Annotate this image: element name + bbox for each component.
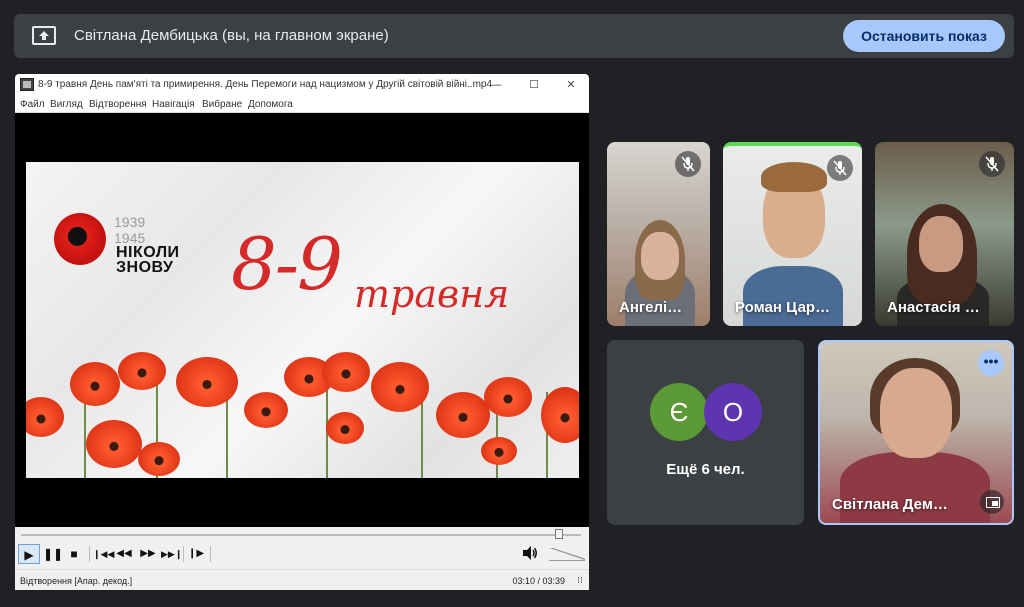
volume-icon[interactable]: [521, 544, 541, 564]
playback-status: Відтворення [Апар. декод.]: [20, 576, 133, 586]
seek-thumb[interactable]: [554, 529, 563, 539]
participant-name: Роман Цар…: [735, 299, 831, 316]
present-screen-icon: [32, 25, 56, 47]
video-date: 8-9: [231, 222, 343, 306]
media-player-window: 8-9 травня День пам'яті та примирення. Д…: [15, 74, 589, 590]
avatar: Є: [650, 383, 708, 441]
avatar: О: [704, 383, 762, 441]
more-options-button[interactable]: •••: [978, 350, 1004, 376]
play-button[interactable]: ▶: [18, 544, 40, 564]
player-titlebar: 8-9 травня День пам'яті та примирення. Д…: [15, 74, 589, 96]
participant-name: Анастасія …: [887, 299, 980, 316]
player-title: 8-9 травня День пам'яті та примирення. Д…: [38, 79, 493, 90]
mic-off-icon: [827, 155, 853, 181]
minimize-button[interactable]: —: [485, 77, 507, 93]
menu-favorites[interactable]: Вибране: [202, 99, 242, 110]
volume-slider[interactable]: [549, 548, 585, 561]
presenting-bar: Світлана Дембицька (вы, на главном экран…: [14, 14, 1014, 58]
stop-button[interactable]: ■: [65, 544, 83, 564]
menu-help[interactable]: Допомога: [248, 99, 293, 110]
video-month: травня: [354, 272, 510, 316]
participant-tile[interactable]: Ангелі…: [607, 142, 710, 326]
self-tile[interactable]: Світлана Дем… •••: [818, 340, 1014, 525]
mic-off-icon: [675, 151, 701, 177]
maximize-button[interactable]: ☐: [523, 77, 545, 93]
menu-view[interactable]: Вигляд: [50, 99, 83, 110]
player-statusbar: Відтворення [Апар. декод.] 03:10 / 03:39…: [15, 569, 589, 590]
frame-step-button[interactable]: ❙▶: [187, 544, 205, 564]
rewind-button[interactable]: ◀◀: [115, 544, 133, 564]
seek-bar[interactable]: [15, 527, 589, 539]
picture-in-picture-icon[interactable]: [980, 490, 1004, 514]
video-frame[interactable]: 1939 1945 НІКОЛИ ЗНОВУ 8-9 травня: [26, 162, 579, 478]
pause-button[interactable]: ❚❚: [43, 544, 63, 564]
player-menubar: Файл Вигляд Відтворення Навігація Вибран…: [15, 96, 589, 113]
next-button[interactable]: ▶▶❙: [161, 544, 182, 564]
years-label: 1939 1945: [114, 214, 146, 246]
participant-tile[interactable]: Роман Цар…: [723, 142, 862, 326]
participant-tile[interactable]: Анастасія …: [875, 142, 1014, 326]
statusbar-menu-icon[interactable]: ⁝⁝: [577, 575, 583, 586]
seek-track: [21, 534, 581, 536]
self-name: Світлана Дем…: [832, 496, 948, 513]
menu-file[interactable]: Файл: [20, 99, 45, 110]
presenting-label: Світлана Дембицька (вы, на главном экран…: [74, 27, 389, 44]
slogan-label: НІКОЛИ ЗНОВУ: [116, 244, 180, 276]
mic-off-icon: [979, 151, 1005, 177]
previous-button[interactable]: ❙◀◀: [93, 544, 114, 564]
player-app-icon: [20, 78, 34, 91]
participant-name: Ангелі…: [619, 299, 683, 316]
close-button[interactable]: ✕: [560, 77, 582, 93]
forward-button[interactable]: ▶▶: [139, 544, 157, 564]
player-controls: ▶ ❚❚ ■ ❙◀◀ ◀◀ ▶▶ ▶▶❙ ❙▶: [15, 539, 589, 569]
poppy-logo-icon: [54, 213, 106, 265]
menu-playback[interactable]: Відтворення: [89, 99, 147, 110]
playback-time: 03:10 / 03:39: [512, 576, 565, 586]
more-participants-tile[interactable]: Є О Ещё 6 чел.: [607, 340, 804, 525]
menu-navigation[interactable]: Навігація: [152, 99, 195, 110]
stop-presenting-button[interactable]: Остановить показ: [843, 20, 1005, 52]
more-participants-label: Ещё 6 чел.: [666, 461, 745, 478]
